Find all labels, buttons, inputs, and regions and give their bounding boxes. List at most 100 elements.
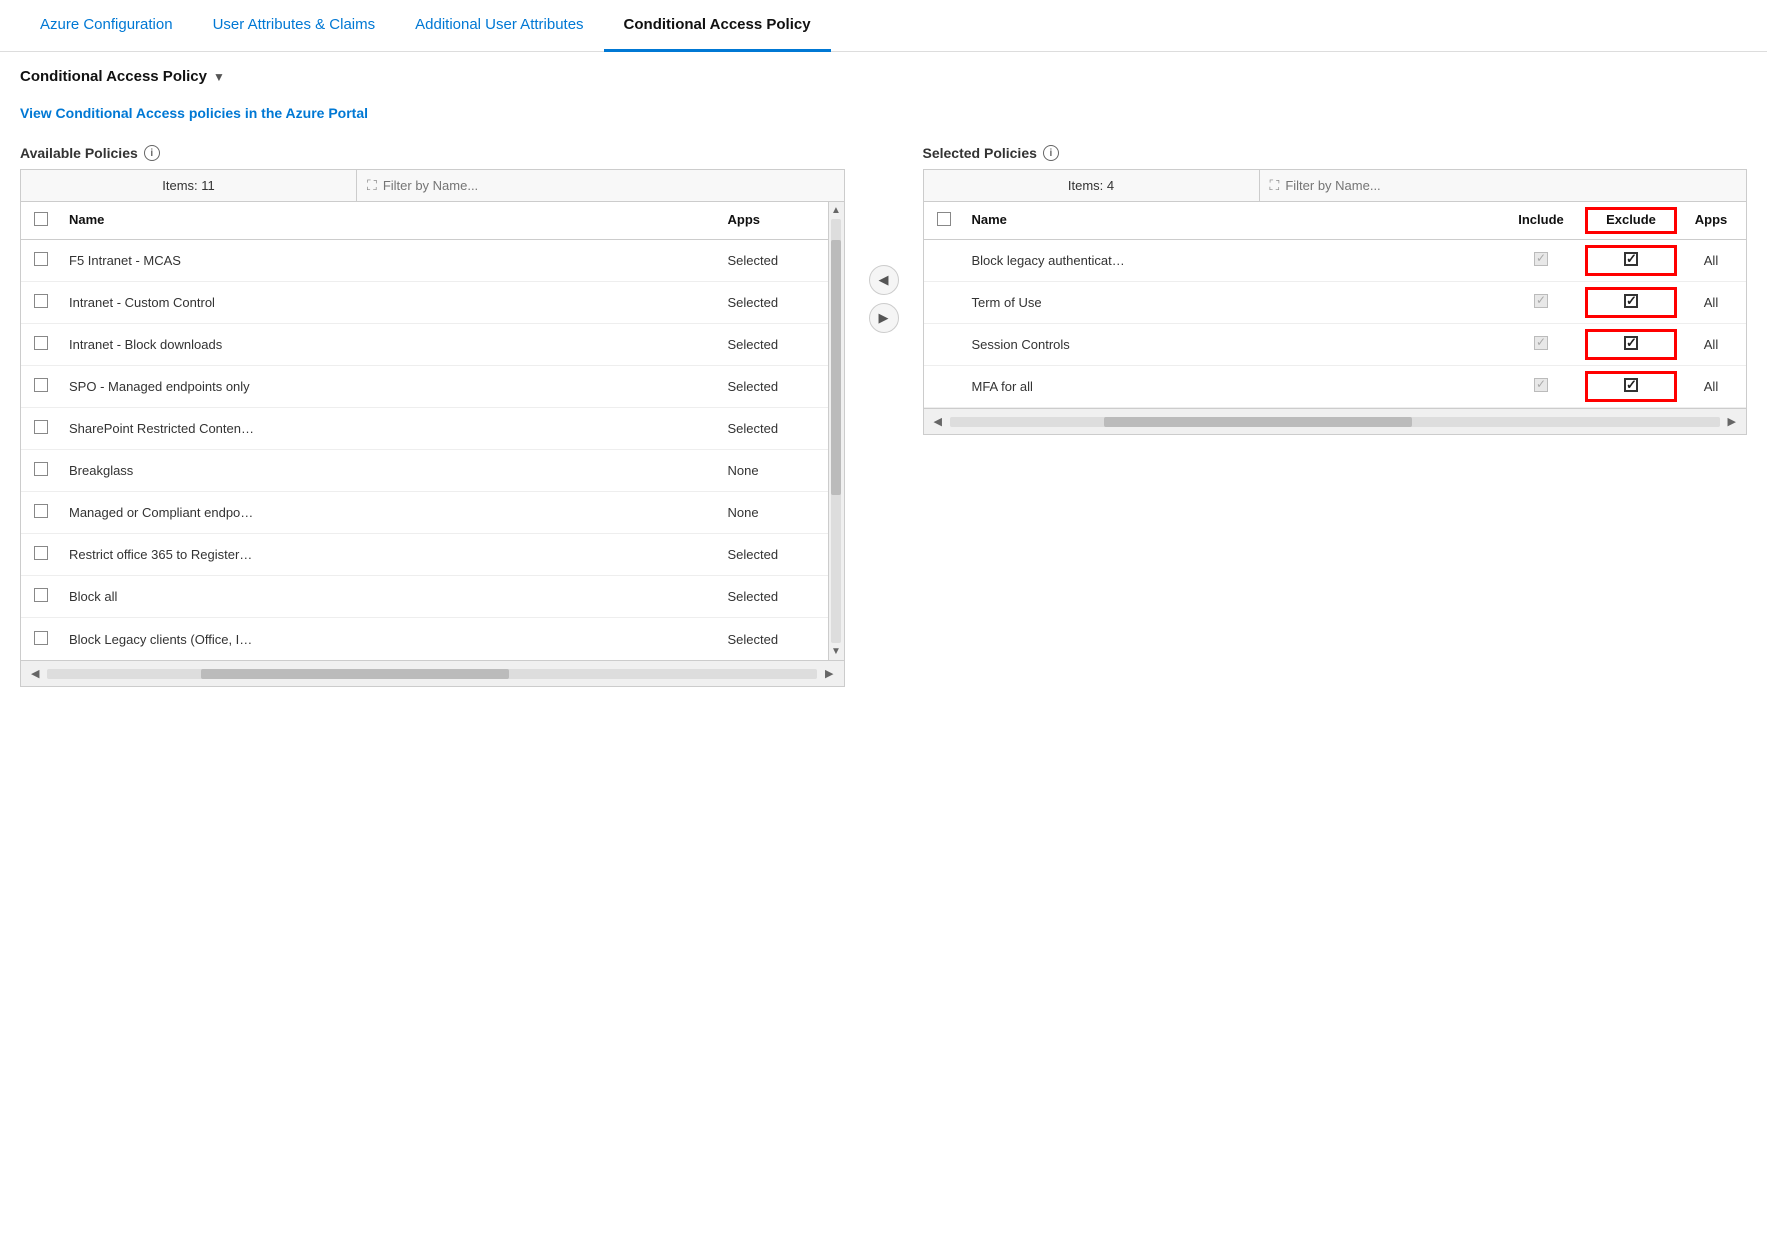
row-checkbox[interactable] [21, 498, 61, 527]
row-name: Block legacy authenticat… [964, 247, 1497, 274]
available-select-all-checkbox[interactable] [34, 212, 48, 226]
available-hscroll[interactable]: ◀ ▶ [21, 660, 844, 686]
table-row: F5 Intranet - MCAS Selected [21, 240, 828, 282]
table-row: Intranet - Block downloads Selected [21, 324, 828, 366]
row-apps: Selected [720, 373, 810, 400]
available-table-header-bar: Items: 11 ⛶ [21, 170, 844, 202]
available-policies-title: Available Policies i [20, 145, 845, 161]
row-checkbox[interactable] [21, 625, 61, 654]
selected-col-name: Name [964, 208, 1497, 233]
row-name: MFA for all [964, 373, 1497, 400]
row-checkbox [924, 381, 964, 393]
row-apps: Selected [720, 247, 810, 274]
selected-col-headers: Name Include Exclude Apps [924, 202, 1747, 240]
available-col-apps: Apps [720, 208, 810, 233]
row-apps: Selected [720, 289, 810, 316]
selected-policies-info-icon[interactable]: i [1043, 145, 1059, 161]
row-include[interactable] [1496, 288, 1586, 317]
row-apps: Selected [720, 541, 810, 568]
page-content: Conditional Access Policy ▼ View Conditi… [0, 52, 1767, 703]
row-apps: Selected [720, 415, 810, 442]
row-apps: All [1676, 247, 1746, 274]
available-policies-info-icon[interactable]: i [144, 145, 160, 161]
row-apps: None [720, 499, 810, 526]
row-checkbox[interactable] [21, 540, 61, 569]
selected-policies-panel: Selected Policies i Items: 4 ⛶ [923, 145, 1748, 435]
row-name: Term of Use [964, 289, 1497, 316]
available-col-name: Name [61, 208, 720, 233]
table-row: Block Legacy clients (Office, I… Selecte… [21, 618, 828, 660]
available-items-count: Items: 11 [21, 170, 357, 201]
selected-filter-icon: ⛶ [1270, 177, 1280, 194]
selected-hscroll-right[interactable]: ▶ [1724, 413, 1740, 430]
available-scroll-area: Name Apps F5 Intranet - MCAS Selected [21, 202, 828, 660]
table-row: Block all Selected [21, 576, 828, 618]
row-checkbox[interactable] [21, 288, 61, 317]
section-title-dropdown[interactable]: ▼ [213, 70, 225, 84]
selected-policies-table: Items: 4 ⛶ Name Include Exclude Apps [923, 169, 1748, 435]
row-checkbox[interactable] [21, 246, 61, 275]
tab-azure-config[interactable]: Azure Configuration [20, 0, 193, 52]
row-name: Intranet - Custom Control [61, 289, 720, 316]
row-name: Managed or Compliant endpo… [61, 499, 720, 526]
section-title-bar: Conditional Access Policy ▼ [20, 68, 1747, 85]
available-vertical-scrollbar[interactable]: ▲ ▼ [828, 202, 844, 660]
row-apps: All [1676, 373, 1746, 400]
row-checkbox [924, 255, 964, 267]
available-col-checkbox [21, 208, 61, 233]
table-row: Block legacy authenticat… All [924, 240, 1747, 282]
available-hscroll-right[interactable]: ▶ [821, 665, 837, 682]
row-name: Block Legacy clients (Office, I… [61, 626, 720, 653]
row-name: Intranet - Block downloads [61, 331, 720, 358]
table-row: Managed or Compliant endpo… None [21, 492, 828, 534]
tab-additional-user-attrs[interactable]: Additional User Attributes [395, 0, 603, 52]
row-name: SharePoint Restricted Conten… [61, 415, 720, 442]
available-hscroll-left[interactable]: ◀ [27, 665, 43, 682]
tab-user-attrs-claims[interactable]: User Attributes & Claims [193, 0, 396, 52]
move-right-button[interactable]: ▶ [869, 303, 899, 333]
available-policies-table: Items: 11 ⛶ Name [20, 169, 845, 687]
tab-conditional-access[interactable]: Conditional Access Policy [604, 0, 831, 52]
row-name: Block all [61, 583, 720, 610]
row-apps: Selected [720, 626, 810, 653]
policy-columns: Available Policies i Items: 11 ⛶ [20, 145, 1747, 687]
v-scroll-down-arrow[interactable]: ▼ [829, 643, 843, 660]
row-checkbox[interactable] [21, 582, 61, 611]
selected-select-all-checkbox[interactable] [937, 212, 951, 226]
row-name: Restrict office 365 to Register… [61, 541, 720, 568]
v-scroll-track[interactable] [831, 219, 841, 643]
table-row: SPO - Managed endpoints only Selected [21, 366, 828, 408]
available-table-with-scroll: Name Apps F5 Intranet - MCAS Selected [21, 202, 844, 660]
row-exclude[interactable] [1586, 288, 1676, 317]
row-name: Breakglass [61, 457, 720, 484]
row-include[interactable] [1496, 372, 1586, 401]
available-filter-input[interactable] [383, 178, 834, 193]
row-checkbox[interactable] [21, 372, 61, 401]
selected-policies-title: Selected Policies i [923, 145, 1748, 161]
row-checkbox[interactable] [21, 330, 61, 359]
available-hscroll-track[interactable] [47, 669, 817, 679]
selected-hscroll-left[interactable]: ◀ [930, 413, 946, 430]
row-apps: Selected [720, 331, 810, 358]
selected-hscroll-track[interactable] [950, 417, 1720, 427]
row-exclude[interactable] [1586, 330, 1676, 359]
selected-filter-input[interactable] [1285, 178, 1736, 193]
row-apps: None [720, 457, 810, 484]
v-scroll-up-arrow[interactable]: ▲ [829, 202, 843, 219]
table-row: SharePoint Restricted Conten… Selected [21, 408, 828, 450]
row-include[interactable] [1496, 330, 1586, 359]
row-exclude[interactable] [1586, 246, 1676, 275]
selected-filter-area[interactable]: ⛶ [1260, 171, 1747, 200]
selected-hscroll[interactable]: ◀ ▶ [924, 408, 1747, 434]
row-name: F5 Intranet - MCAS [61, 247, 720, 274]
row-include[interactable] [1496, 246, 1586, 275]
row-exclude[interactable] [1586, 372, 1676, 401]
row-checkbox[interactable] [21, 456, 61, 485]
row-checkbox[interactable] [21, 414, 61, 443]
available-filter-area[interactable]: ⛶ [357, 171, 844, 200]
selected-items-count: Items: 4 [924, 170, 1260, 201]
move-left-button[interactable]: ◀ [869, 265, 899, 295]
azure-portal-link[interactable]: View Conditional Access policies in the … [20, 105, 368, 121]
selected-col-checkbox [924, 208, 964, 233]
row-apps: All [1676, 289, 1746, 316]
